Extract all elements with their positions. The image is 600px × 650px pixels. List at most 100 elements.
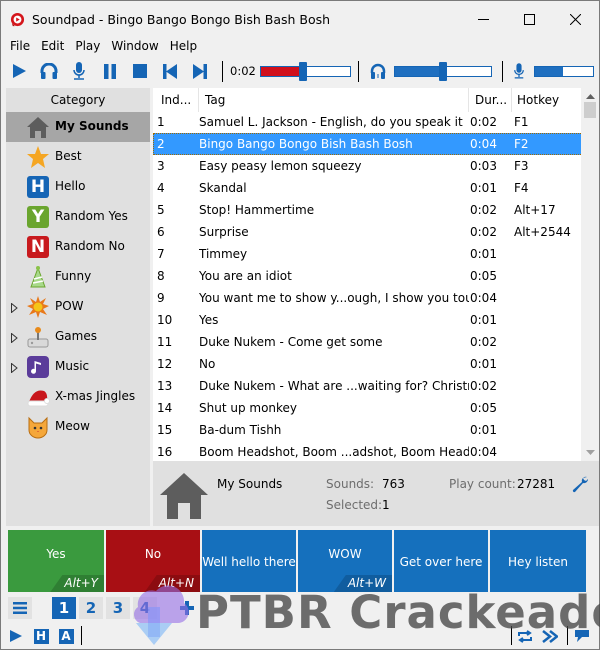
page-tab-1[interactable]: 1 — [52, 597, 76, 619]
category-header: Category — [50, 93, 106, 107]
expand-arrow-icon[interactable] — [11, 302, 18, 314]
expand-arrow-icon[interactable] — [11, 362, 18, 374]
pad-label: WOW — [328, 547, 362, 561]
repeat-icon — [518, 629, 532, 643]
next-button[interactable] — [189, 60, 211, 82]
headphone-volume-slider[interactable] — [394, 62, 492, 81]
previous-button[interactable] — [159, 60, 181, 82]
play-button[interactable] — [8, 60, 30, 82]
row-hotkey: F3 — [514, 159, 529, 173]
fast-forward-button[interactable] — [541, 627, 559, 645]
category-label: Random Yes — [55, 209, 128, 223]
status-play-button[interactable] — [7, 627, 25, 645]
santa-hat-icon — [26, 385, 50, 409]
category-item-random-yes[interactable]: Y Random Yes — [6, 202, 150, 232]
category-item-random-no[interactable]: N Random No — [6, 232, 150, 262]
sound-row[interactable]: 16 Boom Headshot, Boom ...adshot, Boom He… — [153, 441, 583, 463]
category-item-x-mas-jingles[interactable]: X-mas Jingles — [6, 382, 150, 412]
scroll-down-button[interactable] — [581, 444, 599, 461]
sound-pad-button[interactable]: Well hello there — [202, 530, 296, 592]
sound-row[interactable]: 11 Duke Nukem - Come get some 0:02 — [153, 331, 583, 353]
page-tab-2[interactable]: 2 — [79, 597, 103, 619]
menu-window[interactable]: Window — [104, 37, 162, 55]
stop-button[interactable] — [129, 60, 151, 82]
page-tab-3[interactable]: 3 — [106, 597, 130, 619]
row-tag: Shut up monkey — [199, 401, 298, 415]
status-separator — [511, 626, 512, 645]
repeat-button[interactable] — [516, 627, 534, 645]
sound-row[interactable]: 7 Timmey 0:01 — [153, 243, 583, 265]
cat-icon — [26, 415, 50, 439]
sound-row[interactable]: 6 Surprise 0:02 Alt+2544 — [153, 221, 583, 243]
column-hotkey[interactable]: Hotkey — [512, 88, 582, 112]
column-tag[interactable]: Tag — [199, 88, 469, 112]
list-rows: 1 Samuel L. Jackson - English, do you spe… — [153, 111, 583, 463]
pause-button[interactable] — [99, 60, 121, 82]
status-hotkeys-toggle[interactable]: H — [32, 627, 50, 645]
headphone-volume-thumb[interactable] — [439, 62, 447, 81]
menu-edit[interactable]: Edit — [34, 37, 68, 55]
maximize-icon — [523, 13, 535, 25]
sound-row[interactable]: 13 Duke Nukem - What are ...waiting for? … — [153, 375, 583, 397]
microphone-volume-slider[interactable] — [534, 66, 594, 77]
sound-row[interactable]: 9 You want me to show y...ough, I show yo… — [153, 287, 583, 309]
playback-progress-slider[interactable] — [260, 62, 351, 81]
chat-button[interactable] — [573, 627, 591, 645]
sound-row[interactable]: 8 You are an idiot 0:05 — [153, 265, 583, 287]
menu-file[interactable]: File — [1, 37, 34, 55]
sound-row[interactable]: 12 No 0:01 — [153, 353, 583, 375]
sound-pad-button[interactable]: Get over here — [394, 530, 488, 592]
toolbar: 0:02 — [1, 58, 599, 84]
category-item-my-sounds[interactable]: My Sounds — [6, 112, 150, 142]
category-item-hello[interactable]: H Hello — [6, 172, 150, 202]
expand-arrow-icon[interactable] — [11, 332, 18, 344]
sound-row[interactable]: 3 Easy peasy lemon squeezy 0:03 F3 — [153, 155, 583, 177]
close-button[interactable] — [552, 1, 598, 37]
microphone-volume-button[interactable] — [508, 60, 530, 82]
sound-pad-button[interactable]: Yes Alt+Y — [8, 530, 104, 592]
sound-row[interactable]: 5 Stop! Hammertime 0:02 Alt+17 — [153, 199, 583, 221]
scroll-thumb[interactable] — [584, 102, 596, 118]
sound-pad-button[interactable]: WOW Alt+W — [298, 530, 392, 592]
sound-pad-button[interactable]: Hey listen — [490, 530, 586, 592]
row-hotkey: Alt+17 — [514, 203, 556, 217]
category-item-meow[interactable]: Meow — [6, 412, 150, 442]
play-icon — [10, 630, 22, 642]
sound-row[interactable]: 4 Skandal 0:01 F4 — [153, 177, 583, 199]
row-tag: Skandal — [199, 181, 247, 195]
pad-label: Get over here — [399, 555, 483, 569]
category-item-best[interactable]: Best — [6, 142, 150, 172]
column-duration[interactable]: Dur... — [469, 88, 512, 112]
sound-row[interactable]: 15 Ba-dum Tishh 0:01 — [153, 419, 583, 441]
row-duration: 0:02 — [470, 115, 497, 129]
headphone-volume-button[interactable] — [367, 60, 389, 82]
column-index[interactable]: Ind... — [153, 88, 199, 112]
row-index: 7 — [157, 247, 165, 261]
add-page-button[interactable] — [175, 597, 199, 619]
list-scrollbar[interactable] — [581, 88, 599, 461]
row-duration: 0:04 — [470, 445, 497, 459]
play-microphone-button[interactable] — [68, 60, 90, 82]
category-item-pow[interactable]: POW — [6, 292, 150, 322]
status-auto-toggle[interactable]: A — [57, 627, 75, 645]
hamburger-menu-button[interactable] — [8, 597, 32, 619]
sound-row[interactable]: 10 Yes 0:01 — [153, 309, 583, 331]
sound-pad-button[interactable]: No Alt+N — [106, 530, 200, 592]
sound-row[interactable]: 1 Samuel L. Jackson - English, do you spe… — [153, 111, 583, 133]
row-duration: 0:01 — [470, 247, 497, 261]
category-item-funny[interactable]: Funny — [6, 262, 150, 292]
sound-row[interactable]: 2 Bingo Bango Bongo Bish Bash Bosh 0:04 F2 — [153, 133, 583, 155]
menu-play[interactable]: Play — [68, 37, 104, 55]
page-tab-4[interactable]: 4 — [133, 597, 157, 619]
row-tag: Ba-dum Tishh — [199, 423, 282, 437]
maximize-button[interactable] — [506, 1, 552, 37]
category-item-music[interactable]: Music — [6, 352, 150, 382]
menu-help[interactable]: Help — [163, 37, 201, 55]
category-item-games[interactable]: Games — [6, 322, 150, 352]
wrench-icon[interactable] — [571, 475, 589, 493]
speech-bubble-icon — [575, 629, 589, 642]
playback-progress-thumb[interactable] — [298, 62, 307, 81]
sound-row[interactable]: 14 Shut up monkey 0:05 — [153, 397, 583, 419]
minimize-button[interactable] — [460, 1, 506, 37]
play-headphones-button[interactable] — [38, 60, 60, 82]
